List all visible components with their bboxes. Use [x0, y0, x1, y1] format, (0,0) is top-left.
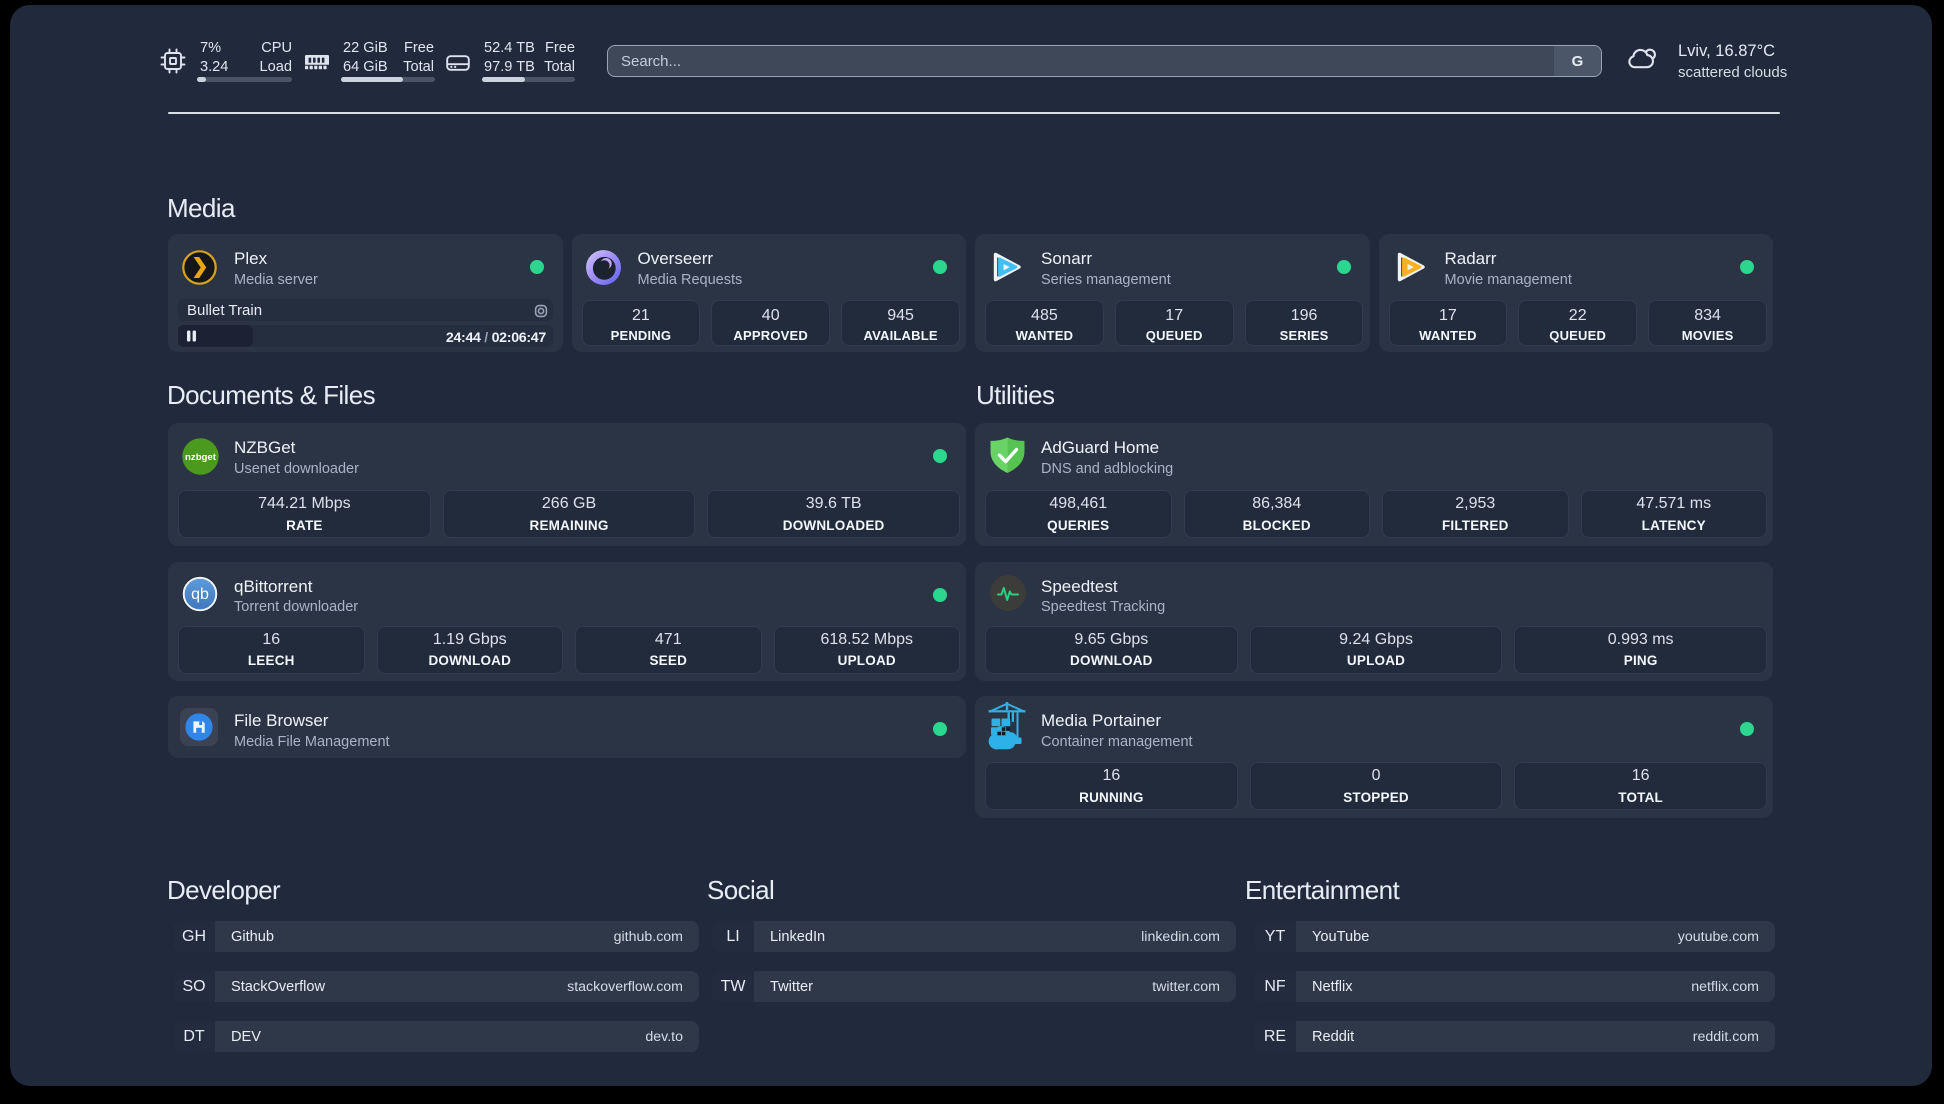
svg-text:nzbget: nzbget: [185, 452, 217, 463]
svg-text:qb: qb: [191, 586, 209, 603]
